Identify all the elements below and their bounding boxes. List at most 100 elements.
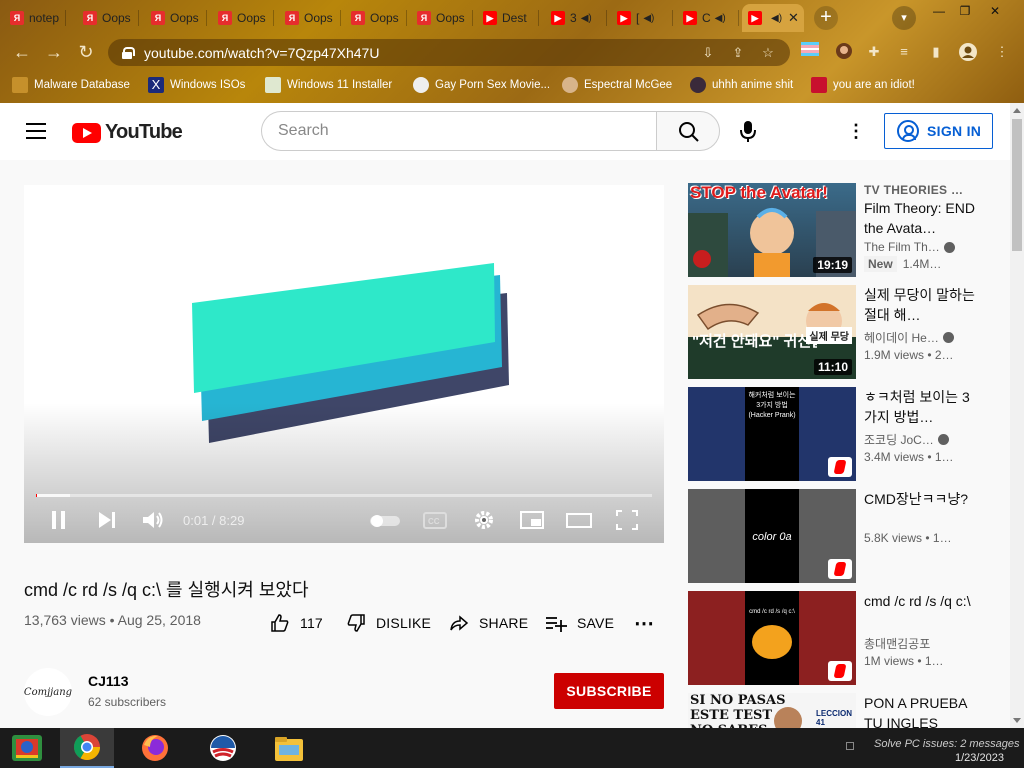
menu-icon[interactable]	[26, 123, 46, 139]
address-bar[interactable]: youtube.com/watch?v=7Qzp47Xh47U ⇩ ⇪ ☆	[108, 39, 790, 66]
tab-active[interactable]: ▶ ◀) ✕	[742, 4, 804, 32]
reload-icon[interactable]: ↻	[74, 40, 98, 64]
rec-title[interactable]: PON A PRUEBA TU INGLES	[864, 693, 982, 728]
rec-title[interactable]: 실제 무당이 말하는 절대 해…	[864, 285, 982, 325]
tab-11[interactable]: ▶ C ◀)	[677, 4, 739, 32]
volume-icon[interactable]	[140, 508, 166, 532]
share-button[interactable]: SHARE	[449, 612, 528, 634]
bookmark-malware-database[interactable]: Malware Database	[12, 76, 130, 94]
youtube-logo[interactable]: YouTube	[72, 121, 183, 144]
subscribe-button[interactable]: SUBSCRIBE	[554, 673, 664, 709]
tab-10[interactable]: ▶[◀)	[611, 4, 673, 32]
rec-title[interactable]: Film Theory: END the Avata…	[864, 198, 982, 238]
globe-icon	[413, 77, 429, 93]
tab-3[interactable]: Я Oops	[145, 4, 207, 32]
rec-thumbnail[interactable]: cmd /c rd /s /q c:\	[688, 591, 856, 685]
chrome-icon[interactable]	[60, 728, 114, 768]
rec-title[interactable]: ㅎㅋ처럼 보이는 3가지 방법…	[864, 387, 982, 427]
rec-title[interactable]: cmd /c rd /s /q c:\	[864, 591, 982, 631]
tab-2[interactable]: Я Oops	[77, 4, 139, 32]
search-input[interactable]: Search	[261, 111, 657, 151]
scroll-down-icon[interactable]	[1013, 718, 1021, 723]
extension-flag-icon[interactable]	[800, 42, 820, 62]
back-icon[interactable]: ←	[10, 40, 34, 64]
extensions-puzzle-icon[interactable]: ✚	[864, 42, 884, 62]
recommendation-5[interactable]: cmd /c rd /s /q c:\ cmd /c rd /s /q c:\ …	[688, 591, 1004, 685]
side-panel-icon[interactable]: ▮	[926, 42, 946, 62]
recommendation-2[interactable]: "저건 안돼요" 귀신을 부르는 실제 무당 11:10 실제 무당이 말하는 …	[688, 285, 1004, 379]
settings-menu-icon[interactable]: ⋮	[846, 121, 866, 141]
bookmark-windows-isos[interactable]: X Windows ISOs	[148, 76, 245, 94]
channel-avatar[interactable]: Comjjang	[24, 668, 72, 716]
recommendation-3[interactable]: 해커처럼 보이는 3가지 방법 (Hacker Prank) ㅎㅋ처럼 보이는 …	[688, 387, 1004, 481]
dislike-button[interactable]: DISLIKE	[346, 612, 431, 634]
bookmark-movie-site[interactable]: Gay Porn Sex Movie...	[413, 76, 550, 94]
sign-in-button[interactable]: SIGN IN	[884, 113, 993, 149]
rec-thumbnail[interactable]: color 0a	[688, 489, 856, 583]
captions-icon[interactable]: CC	[422, 508, 448, 532]
save-button[interactable]: SAVE	[545, 612, 614, 634]
tab-1[interactable]: Яnotep	[4, 4, 66, 32]
restore-icon[interactable]: ❐	[952, 2, 978, 20]
tab-search-button[interactable]: ▾	[892, 6, 916, 30]
chrome-menu-icon[interactable]: ⋮	[992, 42, 1012, 62]
profile-icon[interactable]	[958, 42, 978, 62]
tray-overflow-icon[interactable]	[846, 742, 854, 750]
recommendation-4[interactable]: color 0a CMD장난ㅋㅋ냥? 5.8K views • 1…	[688, 489, 1004, 583]
progress-bar[interactable]	[36, 494, 652, 497]
scroll-up-icon[interactable]	[1013, 108, 1021, 113]
rec-channel[interactable]: 총대맨김공포	[864, 635, 982, 652]
like-button[interactable]: 117	[270, 612, 323, 634]
rec-channel[interactable]: 헤이데이 He…	[864, 329, 982, 346]
obama-icon[interactable]	[196, 728, 250, 768]
rec-thumbnail[interactable]: "저건 안돼요" 귀신을 부르는 실제 무당 11:10	[688, 285, 856, 379]
tab-7[interactable]: Я Oops	[411, 4, 473, 32]
rec-thumbnail[interactable]: STOP the Avatar! 19:19	[688, 183, 856, 277]
bookmark-you-are-an-idiot[interactable]: you are an idiot!	[811, 76, 915, 94]
forward-icon[interactable]: →	[42, 40, 66, 64]
install-app-icon[interactable]: ⇩	[700, 45, 716, 61]
close-tab-icon[interactable]: ✕	[788, 10, 799, 26]
rec-thumbnail[interactable]: SI NO PASAS ESTE TEST NO SABES LECCION 4…	[688, 693, 856, 728]
video-player[interactable]: 0:01 / 8:29 CC	[24, 185, 664, 543]
window-close-icon[interactable]: ✕	[982, 2, 1008, 20]
minimize-icon[interactable]: —	[926, 2, 952, 20]
tab-8[interactable]: ▶ Dest	[477, 4, 539, 32]
settings-gear-icon[interactable]	[471, 508, 497, 532]
tab-9[interactable]: ▶ 3 ◀)	[545, 4, 607, 32]
pause-icon[interactable]	[46, 508, 72, 532]
scroll-thumb[interactable]	[1012, 119, 1022, 251]
tray-date[interactable]: 1/23/2023	[955, 752, 1004, 764]
file-explorer-icon[interactable]	[262, 728, 316, 768]
tray-notification[interactable]: Solve PC issues: 2 messages	[874, 738, 1020, 750]
rec-channel[interactable]: 조코딩 JoC…	[864, 431, 982, 448]
media-controls-icon[interactable]: ≡	[894, 42, 914, 62]
tab-6[interactable]: Я Oops	[345, 4, 407, 32]
bookmark-anime[interactable]: uhhh anime shit	[690, 76, 793, 94]
miniplayer-icon[interactable]	[519, 508, 545, 532]
rec-channel[interactable]: The Film Th…	[864, 240, 982, 254]
new-tab-button[interactable]: +	[814, 6, 838, 30]
recommendation-1[interactable]: STOP the Avatar! 19:19 TV THEORIES … Fil…	[688, 183, 1004, 277]
theater-mode-icon[interactable]	[566, 508, 592, 532]
page-scrollbar[interactable]	[1010, 103, 1024, 728]
fullscreen-icon[interactable]	[614, 508, 640, 532]
tab-4[interactable]: Я Oops	[212, 4, 274, 32]
bookmark-windows-11-installer[interactable]: Windows 11 Installer	[265, 76, 392, 94]
recommendation-6[interactable]: SI NO PASAS ESTE TEST NO SABES LECCION 4…	[688, 693, 1004, 728]
control-panel-icon[interactable]	[0, 728, 54, 768]
rec-title[interactable]: CMD장난ㅋㅋ냥?	[864, 489, 982, 529]
more-actions-icon[interactable]: ⋯	[634, 612, 654, 635]
autoplay-toggle-icon[interactable]	[368, 508, 402, 532]
bookmark-espectral-mcgee[interactable]: Espectral McGee	[562, 76, 672, 94]
tab-5[interactable]: Я Oops	[279, 4, 341, 32]
share-page-icon[interactable]: ⇪	[730, 45, 746, 61]
next-icon[interactable]	[94, 508, 120, 532]
search-button[interactable]	[656, 111, 720, 151]
firefox-icon[interactable]	[128, 728, 182, 768]
rec-thumbnail[interactable]: 해커처럼 보이는 3가지 방법 (Hacker Prank)	[688, 387, 856, 481]
extension-avatar-icon[interactable]	[834, 42, 854, 62]
channel-name[interactable]: CJ113	[88, 673, 128, 689]
bookmark-star-icon[interactable]: ☆	[760, 45, 776, 61]
voice-search-button[interactable]	[732, 115, 764, 147]
